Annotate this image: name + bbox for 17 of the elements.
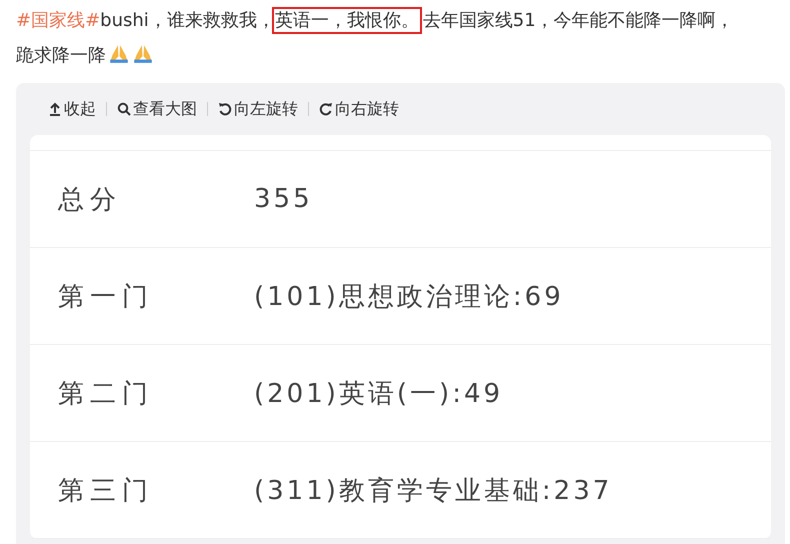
score-label: 第二门 (57, 378, 155, 410)
rotate-right-icon (319, 102, 333, 116)
score-label: 总分 (56, 184, 123, 216)
toolbar-button[interactable]: 向左旋转 (214, 98, 302, 120)
toolbar-button[interactable]: 查看大图 (113, 98, 201, 120)
score-value: (101)思想政治理论:69 (254, 280, 564, 314)
score-value: (311)教育学专业基础:237 (254, 474, 612, 508)
rotate-left-icon (218, 102, 232, 116)
score-label: 第三门 (57, 474, 155, 508)
upload-icon (48, 102, 62, 116)
toolbar-button[interactable]: 收起 (44, 98, 100, 120)
search-icon (117, 102, 131, 116)
post-text: #国家线#bushi，谁来救救我，英语一，我恨你。 去年国家线51，今年能不能降一降啊，跪求降一降 (0, 0, 738, 73)
score-value: 355 (254, 184, 313, 214)
score-value: (201)英语(一):49 (254, 378, 504, 410)
score-label: 第一门 (57, 280, 155, 314)
toolbar-button[interactable]: 向右旋转 (315, 98, 403, 120)
